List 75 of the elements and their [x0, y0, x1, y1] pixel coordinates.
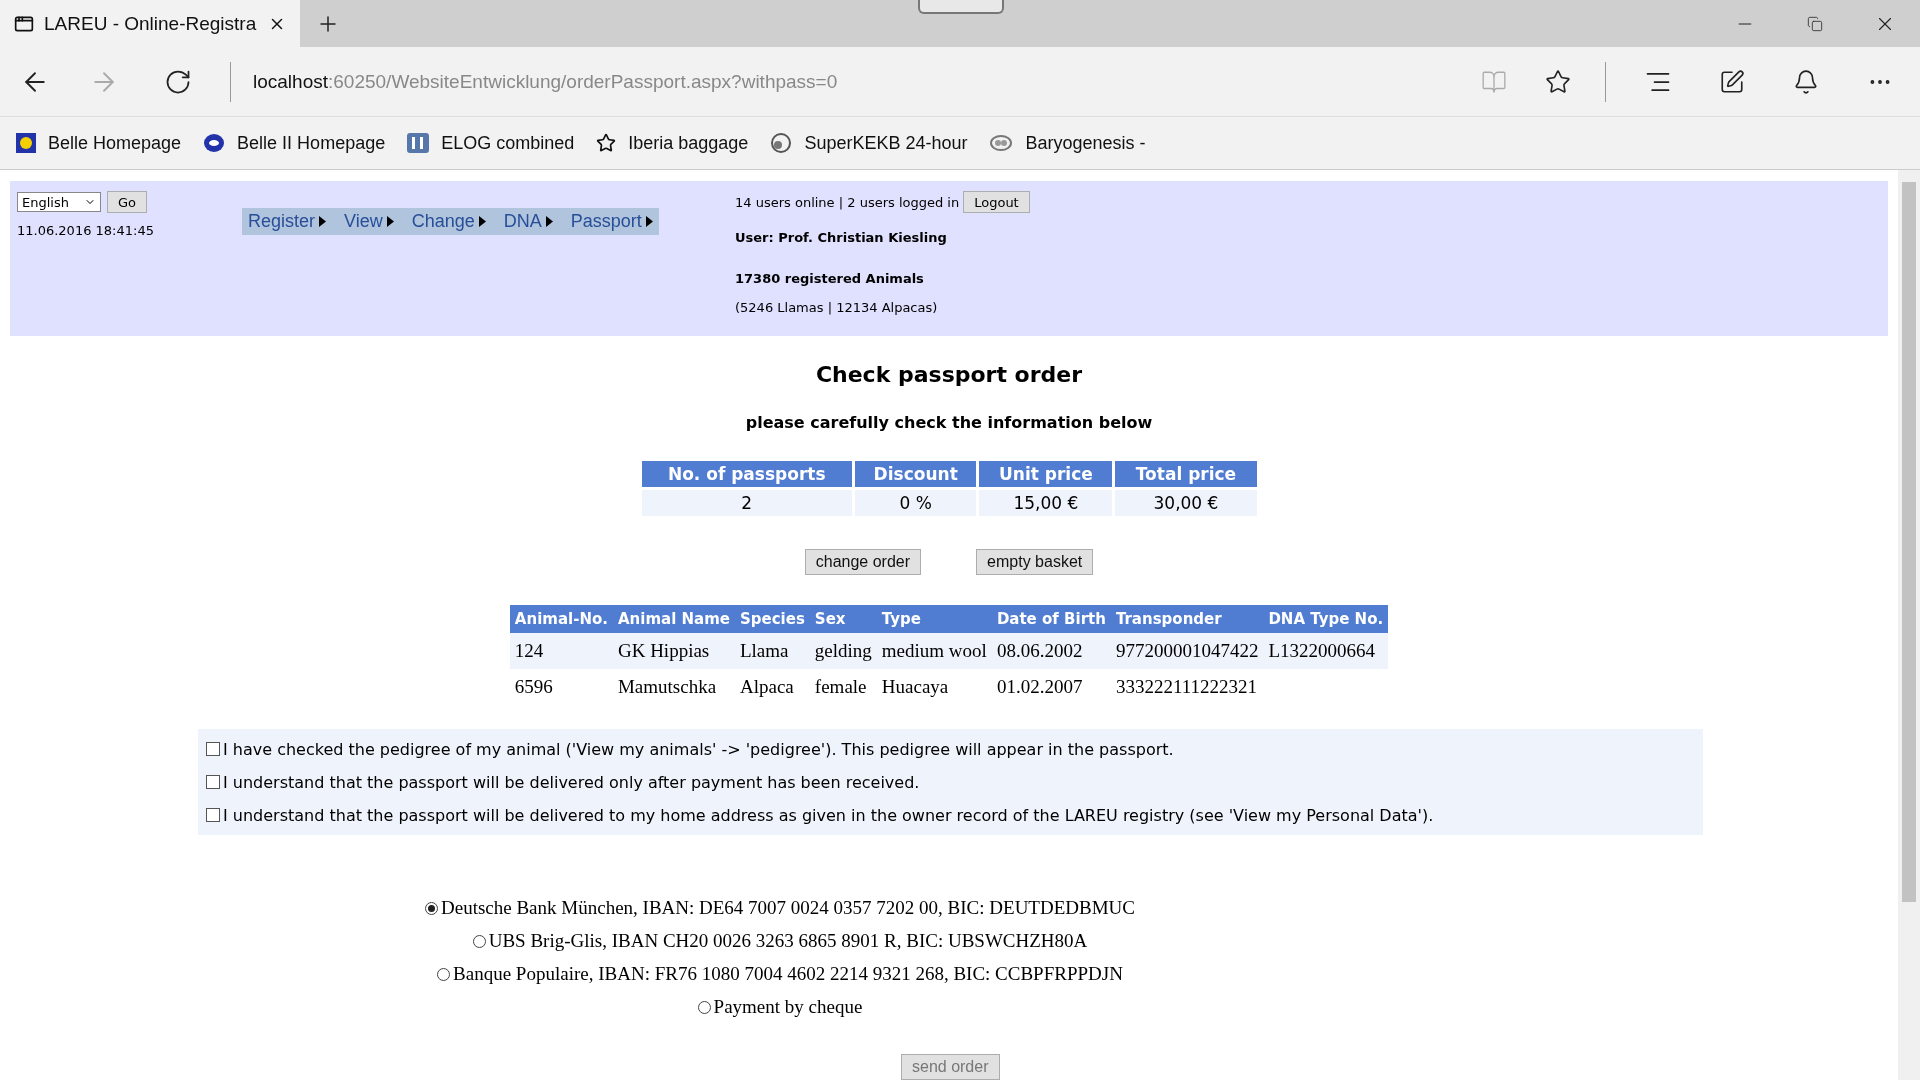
- language-select[interactable]: English: [17, 192, 101, 212]
- radio-button[interactable]: [425, 901, 438, 915]
- column-header: Animal Name: [612, 605, 735, 633]
- user-name: User: Prof. Christian Kiesling: [735, 230, 948, 245]
- triangle-right-icon: [645, 216, 653, 227]
- registered-count: 17380 registered Animals: [735, 271, 925, 286]
- scrollbar[interactable]: [1898, 170, 1920, 1080]
- table-cell: gelding: [809, 633, 877, 669]
- star-icon: [596, 133, 617, 153]
- radio-button[interactable]: [472, 934, 486, 948]
- menu-item[interactable]: Change: [411, 211, 486, 232]
- table-cell: L1322000664: [1263, 633, 1389, 669]
- checkbox[interactable]: [206, 775, 220, 789]
- column-header: Type: [876, 605, 992, 633]
- online-status: 14 users online | 2 users logged in: [735, 194, 960, 210]
- table-cell: 977200001047422: [1110, 633, 1264, 669]
- bookmark-link[interactable]: Baryogenesis -: [989, 132, 1146, 154]
- bookmark-logo-icon: [770, 132, 793, 154]
- triangle-right-icon: [319, 216, 327, 227]
- bookmark-link[interactable]: ELOG combined: [407, 132, 575, 154]
- radio-label: Banque Populaire, IBAN: FR76 1080 7004 4602 2214 9321 268, BIC: CCBPFRPPDJN: [453, 963, 1123, 985]
- page-title: Check passport order: [815, 362, 1083, 387]
- radio-button[interactable]: [697, 1000, 711, 1014]
- table-cell: 08.06.2002: [991, 633, 1111, 669]
- radio-label: Deutsche Bank München, IBAN: DE64 7007 0024 0357 7202 00, BIC: DEUTDEDBMUC: [441, 897, 1135, 919]
- menu-item[interactable]: View: [344, 211, 394, 232]
- column-header: Unit price: [979, 461, 1113, 487]
- bookmark-logo-icon: [203, 133, 226, 153]
- bookmark-link[interactable]: Iberia baggage: [596, 132, 749, 154]
- checkbox-label: I understand that the passport will be delivered to my home address as given in the owner record of the LAREU registry (see 'View my Personal Data').: [223, 805, 1434, 825]
- table-cell: GK Hippias: [612, 633, 735, 669]
- page-subtitle: please carefully check the information below: [745, 413, 1153, 432]
- radio-button[interactable]: [437, 967, 451, 981]
- bookmark-link[interactable]: Belle Homepage: [16, 132, 182, 154]
- radio-label: UBS Brig-Glis, IBAN CH20 0026 3263 6865 8901 R, BIC: UBSWCHZH80A: [488, 930, 1088, 952]
- table-cell: 2: [641, 490, 852, 516]
- animal-breakdown: (5246 Llamas | 12134 Alpacas): [735, 300, 939, 315]
- bookmark-logo-icon: [16, 133, 36, 153]
- change-order-button[interactable]: change order: [804, 549, 922, 575]
- menu-item[interactable]: Passport: [570, 211, 653, 232]
- column-header: Total price: [1115, 461, 1257, 487]
- bookmark-logo-icon: [407, 133, 430, 153]
- table-cell: Llama: [735, 633, 810, 669]
- column-header: Transponder: [1110, 605, 1264, 633]
- checkbox-label: I understand that the passport will be delivered only after payment has been received.: [223, 772, 920, 792]
- triangle-right-icon: [545, 216, 553, 227]
- column-header: Sex: [809, 605, 877, 633]
- menu-item[interactable]: Register: [248, 211, 327, 232]
- bookmark-logo-icon: [989, 134, 1014, 152]
- table-cell: 30,00 €: [1115, 490, 1257, 516]
- table-cell: 124: [509, 633, 613, 669]
- empty-basket-button[interactable]: empty basket: [976, 549, 1094, 575]
- logout-button[interactable]: Logout: [963, 191, 1030, 213]
- table-cell: medium wool: [876, 633, 992, 669]
- table-cell: 15,00 €: [979, 490, 1113, 516]
- bookmark-link[interactable]: SuperKEKB 24-hour: [770, 132, 968, 154]
- column-header: Species: [735, 605, 810, 633]
- column-header: DNA Type No.: [1263, 605, 1389, 633]
- date-time: 11.06.2016 18:41:45: [17, 223, 155, 238]
- table-cell: 0 %: [855, 490, 977, 516]
- radio-label: Payment by cheque: [713, 996, 863, 1018]
- column-header: Date of Birth: [991, 605, 1111, 633]
- checkbox[interactable]: [206, 742, 220, 756]
- browser-tab[interactable]: LAREU - Online-Registra: [0, 0, 300, 47]
- column-header: Animal-No.: [509, 605, 613, 633]
- go-button[interactable]: Go: [107, 191, 148, 213]
- triangle-right-icon: [386, 216, 394, 227]
- window-handle[interactable]: [918, 0, 1004, 14]
- menu-item[interactable]: DNA: [503, 211, 553, 232]
- bookmark-link[interactable]: Belle II Homepage: [203, 132, 386, 154]
- column-header: No. of passports: [641, 461, 852, 487]
- checkbox-label: I have checked the pedigree of my animal ('View my animals' -> 'pedigree'). This pedigree will appear in the passport.: [223, 739, 1174, 759]
- column-header: Discount: [855, 461, 977, 487]
- triangle-right-icon: [478, 216, 486, 227]
- checkbox[interactable]: [206, 808, 220, 822]
